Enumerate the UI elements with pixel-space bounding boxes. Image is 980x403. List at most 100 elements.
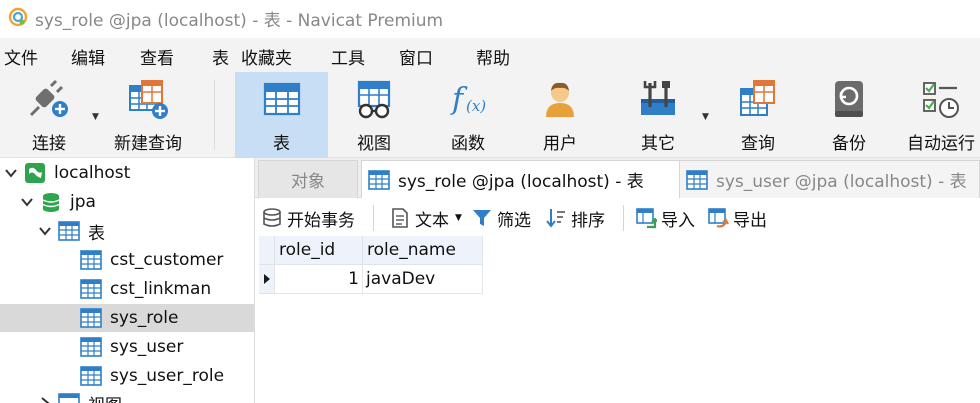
window-title: sys_role @jpa (localhost) - 表 - Navicat … <box>35 11 444 31</box>
table-cell[interactable]: javaDev <box>363 265 483 294</box>
svg-text:(x): (x) <box>466 97 486 115</box>
expand-chevron-icon[interactable] <box>20 195 34 209</box>
view-button[interactable]: 视图 <box>338 72 410 158</box>
new-query-button[interactable]: 新建查询 <box>108 72 188 158</box>
view-glasses-icon <box>357 80 391 119</box>
other-label: 其它 <box>641 134 675 154</box>
tables-folder-icon <box>58 221 80 241</box>
table-icon <box>80 250 102 270</box>
user-button[interactable]: 用户 <box>524 72 596 158</box>
tab-sys-role[interactable]: sys_role @jpa (localhost) - 表 <box>361 160 681 198</box>
begin-transaction-button[interactable]: 开始事务 <box>261 205 355 231</box>
import-label: 导入 <box>661 210 695 231</box>
current-row-indicator-icon[interactable] <box>259 265 275 294</box>
tree-node-label: sys_role <box>110 308 179 328</box>
tree-node-cst-customer[interactable]: cst_customer <box>0 246 254 274</box>
export-label: 导出 <box>733 210 767 231</box>
tree-node-label: 表 <box>88 223 105 244</box>
plug-connect-icon <box>29 79 68 117</box>
table-icon <box>80 337 102 357</box>
tree-node-jpa[interactable]: jpa <box>0 188 254 216</box>
table-icon <box>80 366 102 386</box>
query-label: 查询 <box>741 134 775 154</box>
function-fx-icon: f (x) <box>450 82 486 117</box>
menu-help[interactable]: 帮助 <box>476 44 510 69</box>
grid-corner <box>259 236 275 265</box>
toolbar-divider <box>623 205 624 231</box>
connect-dropdown-arrow-icon[interactable]: ▼ <box>92 112 99 122</box>
title-bar: sys_role @jpa (localhost) - 表 - Navicat … <box>0 0 980 34</box>
export-button[interactable]: 导出 <box>707 205 767 231</box>
tab-objects[interactable]: 对象 <box>258 160 358 198</box>
tree-node-label: cst_customer <box>110 250 224 270</box>
sort-icon <box>546 209 565 228</box>
menu-table[interactable]: 表 <box>212 44 229 69</box>
text-label: 文本 <box>415 210 449 231</box>
user-icon <box>546 82 574 117</box>
filter-button[interactable]: 筛选 <box>471 205 531 231</box>
tree-node-label: cst_linkman <box>110 279 212 299</box>
table-toolbar: 开始事务 文本 ▼ 筛选 排序 导入 导出 <box>255 199 980 237</box>
navicat-logo-icon <box>8 7 28 27</box>
import-button[interactable]: 导入 <box>635 205 695 231</box>
tree-node-sys-user[interactable]: sys_user <box>0 333 254 361</box>
new-query-label: 新建查询 <box>114 134 182 154</box>
table-icon <box>686 169 708 190</box>
tab-label: sys_role @jpa (localhost) - 表 <box>398 172 644 192</box>
tree-node-label: jpa <box>70 192 96 212</box>
query-button[interactable]: 查询 <box>722 72 794 158</box>
toolbar-divider <box>373 205 374 231</box>
begin-transaction-label: 开始事务 <box>287 210 355 231</box>
expand-chevron-icon[interactable] <box>4 166 18 180</box>
other-button[interactable]: 其它 <box>622 72 694 158</box>
text-dropdown-arrow-icon[interactable]: ▼ <box>455 213 462 223</box>
auto-run-label: 自动运行 <box>907 134 975 154</box>
user-label: 用户 <box>543 134 577 154</box>
menu-window[interactable]: 窗口 <box>399 44 433 69</box>
column-header-role-name[interactable]: role_name <box>363 236 483 265</box>
sort-button[interactable]: 排序 <box>545 205 605 231</box>
filter-funnel-icon <box>473 210 491 226</box>
tab-strip: 对象 sys_role @jpa (localhost) - 表 sys_use… <box>255 158 980 198</box>
table-button[interactable]: 表 <box>235 72 328 158</box>
menu-tools[interactable]: 工具 <box>331 44 365 69</box>
menu-file[interactable]: 文件 <box>4 44 38 69</box>
auto-run-button[interactable]: 自动运行 <box>902 72 980 158</box>
navigator-pane: localhost jpa 表 cst_customer cst_linkman… <box>0 158 255 403</box>
function-button[interactable]: f (x) 函数 <box>432 72 504 158</box>
menu-edit[interactable]: 编辑 <box>71 44 105 69</box>
database-transaction-icon <box>263 208 281 227</box>
tools-icon <box>641 81 675 115</box>
database-icon <box>42 193 60 212</box>
tree-node-tables-folder[interactable]: 表 <box>0 217 254 245</box>
function-label: 函数 <box>451 134 485 154</box>
connect-button[interactable]: 连接 <box>10 72 88 158</box>
connection-icon <box>25 163 45 183</box>
new-query-icon <box>129 80 168 119</box>
text-button[interactable]: 文本 ▼ <box>389 205 462 231</box>
backup-button[interactable]: 备份 <box>813 72 885 158</box>
connect-label: 连接 <box>32 134 66 154</box>
column-header-role-id[interactable]: role_id <box>275 236 363 265</box>
tab-sys-user[interactable]: sys_user @jpa (localhost) - 表 <box>679 160 980 198</box>
table-icon <box>368 169 390 190</box>
import-icon <box>636 208 657 229</box>
tree-node-label: localhost <box>54 163 131 183</box>
main-toolbar: 连接 ▼ 新建查询 表 视图 f (x) 函数 用户 其它 ▼ 查询 备份 自动… <box>0 72 980 158</box>
table-cell[interactable]: 1 <box>275 265 363 294</box>
menu-favorites[interactable]: 收藏夹 <box>241 44 292 69</box>
tree-node-sys-user-role[interactable]: sys_user_role <box>0 362 254 390</box>
tree-node-label: sys_user <box>110 337 184 357</box>
sort-label: 排序 <box>571 210 605 231</box>
tree-node-cst-linkman[interactable]: cst_linkman <box>0 275 254 303</box>
collapse-chevron-icon[interactable] <box>38 396 52 403</box>
expand-chevron-icon[interactable] <box>38 224 52 238</box>
menu-view[interactable]: 查看 <box>140 44 174 69</box>
filter-label: 筛选 <box>497 210 531 231</box>
backup-label: 备份 <box>832 134 866 154</box>
tree-node-views-folder[interactable]: 视图 <box>0 389 254 403</box>
other-dropdown-arrow-icon[interactable]: ▼ <box>702 112 709 122</box>
menu-bar: 文件 编辑 查看 表 收藏夹 工具 窗口 帮助 <box>0 38 980 72</box>
tree-node-localhost[interactable]: localhost <box>0 159 254 187</box>
tree-node-sys-role[interactable]: sys_role <box>0 304 254 332</box>
